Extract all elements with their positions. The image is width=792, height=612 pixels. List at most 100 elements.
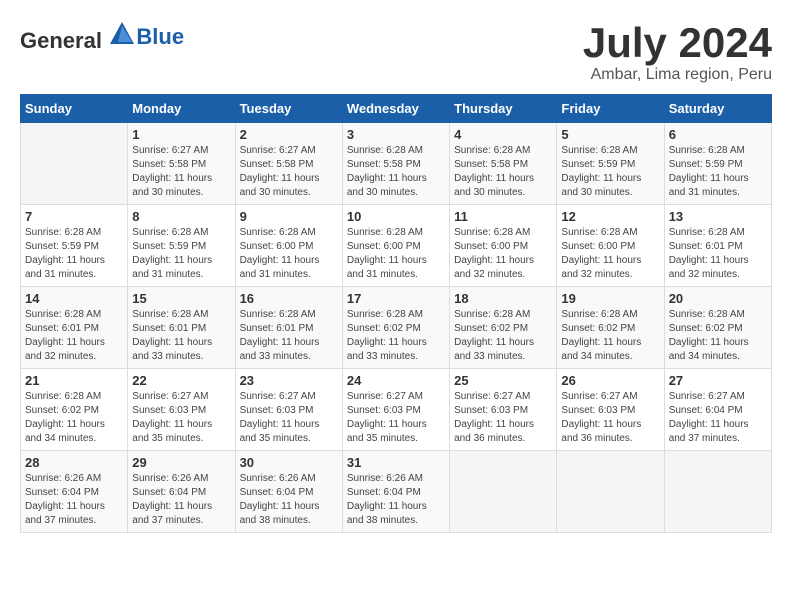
calendar-cell: 7 Sunrise: 6:28 AMSunset: 5:59 PMDaylight… — [21, 205, 128, 287]
calendar-cell: 24 Sunrise: 6:27 AMSunset: 6:03 PMDayligh… — [342, 369, 449, 451]
day-number: 2 — [240, 127, 338, 142]
day-number: 14 — [25, 291, 123, 306]
calendar-cell: 14 Sunrise: 6:28 AMSunset: 6:01 PMDayligh… — [21, 287, 128, 369]
calendar-cell: 16 Sunrise: 6:28 AMSunset: 6:01 PMDayligh… — [235, 287, 342, 369]
day-number: 11 — [454, 209, 552, 224]
day-number: 18 — [454, 291, 552, 306]
day-detail: Sunrise: 6:26 AMSunset: 6:04 PMDaylight:… — [347, 472, 445, 528]
day-detail: Sunrise: 6:27 AMSunset: 6:04 PMDaylight:… — [669, 390, 767, 446]
calendar-cell — [664, 451, 771, 533]
calendar-cell: 4 Sunrise: 6:28 AMSunset: 5:58 PMDaylight… — [450, 123, 557, 205]
calendar-cell: 28 Sunrise: 6:26 AMSunset: 6:04 PMDayligh… — [21, 451, 128, 533]
day-detail: Sunrise: 6:28 AMSunset: 6:00 PMDaylight:… — [240, 226, 338, 282]
calendar-cell: 11 Sunrise: 6:28 AMSunset: 6:00 PMDayligh… — [450, 205, 557, 287]
column-header-monday: Monday — [128, 95, 235, 123]
day-detail: Sunrise: 6:28 AMSunset: 6:01 PMDaylight:… — [25, 308, 123, 364]
day-number: 16 — [240, 291, 338, 306]
calendar-cell: 26 Sunrise: 6:27 AMSunset: 6:03 PMDayligh… — [557, 369, 664, 451]
day-detail: Sunrise: 6:28 AMSunset: 6:02 PMDaylight:… — [347, 308, 445, 364]
day-number: 22 — [132, 373, 230, 388]
day-number: 3 — [347, 127, 445, 142]
subtitle: Ambar, Lima region, Peru — [583, 66, 772, 84]
day-detail: Sunrise: 6:28 AMSunset: 6:02 PMDaylight:… — [561, 308, 659, 364]
column-header-friday: Friday — [557, 95, 664, 123]
calendar-cell: 20Sunrise: 6:28 AMSunset: 6:02 PMDayligh… — [664, 287, 771, 369]
day-number: 6 — [669, 127, 767, 142]
day-number: 21 — [25, 373, 123, 388]
logo-text-general: General — [20, 28, 102, 53]
day-number: 24 — [347, 373, 445, 388]
calendar-header-row: SundayMondayTuesdayWednesdayThursdayFrid… — [21, 95, 772, 123]
title-area: July 2024 Ambar, Lima region, Peru — [583, 20, 772, 84]
calendar-cell — [450, 451, 557, 533]
week-row-3: 14 Sunrise: 6:28 AMSunset: 6:01 PMDayligh… — [21, 287, 772, 369]
day-number: 28 — [25, 455, 123, 470]
logo-text-blue: Blue — [136, 24, 184, 49]
day-detail: Sunrise: 6:27 AMSunset: 6:03 PMDaylight:… — [132, 390, 230, 446]
day-number: 9 — [240, 209, 338, 224]
week-row-1: 1 Sunrise: 6:27 AMSunset: 5:58 PMDaylight… — [21, 123, 772, 205]
calendar-cell: 25Sunrise: 6:27 AMSunset: 6:03 PMDayligh… — [450, 369, 557, 451]
day-detail: Sunrise: 6:28 AMSunset: 5:58 PMDaylight:… — [454, 144, 552, 200]
calendar-cell: 21 Sunrise: 6:28 AMSunset: 6:02 PMDayligh… — [21, 369, 128, 451]
day-number: 13 — [669, 209, 767, 224]
column-header-wednesday: Wednesday — [342, 95, 449, 123]
day-detail: Sunrise: 6:26 AMSunset: 6:04 PMDaylight:… — [132, 472, 230, 528]
calendar-cell: 17 Sunrise: 6:28 AMSunset: 6:02 PMDayligh… — [342, 287, 449, 369]
day-number: 30 — [240, 455, 338, 470]
day-detail: Sunrise: 6:28 AMSunset: 5:59 PMDaylight:… — [25, 226, 123, 282]
calendar-cell: 27 Sunrise: 6:27 AMSunset: 6:04 PMDayligh… — [664, 369, 771, 451]
day-detail: Sunrise: 6:27 AMSunset: 6:03 PMDaylight:… — [561, 390, 659, 446]
calendar-cell: 9 Sunrise: 6:28 AMSunset: 6:00 PMDaylight… — [235, 205, 342, 287]
column-header-tuesday: Tuesday — [235, 95, 342, 123]
calendar-cell — [557, 451, 664, 533]
day-number: 4 — [454, 127, 552, 142]
week-row-5: 28 Sunrise: 6:26 AMSunset: 6:04 PMDayligh… — [21, 451, 772, 533]
day-detail: Sunrise: 6:27 AMSunset: 6:03 PMDaylight:… — [347, 390, 445, 446]
calendar-cell: 1 Sunrise: 6:27 AMSunset: 5:58 PMDaylight… — [128, 123, 235, 205]
calendar-cell: 5Sunrise: 6:28 AMSunset: 5:59 PMDaylight… — [557, 123, 664, 205]
day-detail: Sunrise: 6:27 AMSunset: 6:03 PMDaylight:… — [240, 390, 338, 446]
calendar-cell: 18 Sunrise: 6:28 AMSunset: 6:02 PMDayligh… — [450, 287, 557, 369]
calendar-cell: 22 Sunrise: 6:27 AMSunset: 6:03 PMDayligh… — [128, 369, 235, 451]
day-detail: Sunrise: 6:28 AMSunset: 6:00 PMDaylight:… — [347, 226, 445, 282]
day-detail: Sunrise: 6:28 AMSunset: 5:59 PMDaylight:… — [132, 226, 230, 282]
day-detail: Sunrise: 6:27 AMSunset: 6:03 PMDaylight:… — [454, 390, 552, 446]
calendar-cell: 2Sunrise: 6:27 AMSunset: 5:58 PMDaylight… — [235, 123, 342, 205]
calendar-cell: 3 Sunrise: 6:28 AMSunset: 5:58 PMDaylight… — [342, 123, 449, 205]
calendar-cell: 12Sunrise: 6:28 AMSunset: 6:00 PMDayligh… — [557, 205, 664, 287]
day-detail: Sunrise: 6:28 AMSunset: 6:01 PMDaylight:… — [240, 308, 338, 364]
day-detail: Sunrise: 6:27 AMSunset: 5:58 PMDaylight:… — [132, 144, 230, 200]
day-number: 31 — [347, 455, 445, 470]
main-title: July 2024 — [583, 20, 772, 66]
day-number: 15 — [132, 291, 230, 306]
day-number: 23 — [240, 373, 338, 388]
day-detail: Sunrise: 6:28 AMSunset: 6:00 PMDaylight:… — [454, 226, 552, 282]
calendar-cell: 10 Sunrise: 6:28 AMSunset: 6:00 PMDayligh… — [342, 205, 449, 287]
column-header-saturday: Saturday — [664, 95, 771, 123]
day-detail: Sunrise: 6:28 AMSunset: 6:02 PMDaylight:… — [669, 308, 767, 364]
logo: General Blue — [20, 20, 184, 54]
day-number: 17 — [347, 291, 445, 306]
day-detail: Sunrise: 6:28 AMSunset: 5:59 PMDaylight:… — [561, 144, 659, 200]
day-number: 19 — [561, 291, 659, 306]
day-detail: Sunrise: 6:28 AMSunset: 6:01 PMDaylight:… — [132, 308, 230, 364]
calendar-cell: 15 Sunrise: 6:28 AMSunset: 6:01 PMDayligh… — [128, 287, 235, 369]
day-detail: Sunrise: 6:28 AMSunset: 6:02 PMDaylight:… — [25, 390, 123, 446]
day-number: 26 — [561, 373, 659, 388]
day-detail: Sunrise: 6:28 AMSunset: 5:59 PMDaylight:… — [669, 144, 767, 200]
day-detail: Sunrise: 6:26 AMSunset: 6:04 PMDaylight:… — [25, 472, 123, 528]
day-number: 10 — [347, 209, 445, 224]
day-number: 27 — [669, 373, 767, 388]
calendar-cell: 19 Sunrise: 6:28 AMSunset: 6:02 PMDayligh… — [557, 287, 664, 369]
day-number: 7 — [25, 209, 123, 224]
calendar-cell: 31 Sunrise: 6:26 AMSunset: 6:04 PMDayligh… — [342, 451, 449, 533]
day-detail: Sunrise: 6:28 AMSunset: 6:01 PMDaylight:… — [669, 226, 767, 282]
day-detail: Sunrise: 6:28 AMSunset: 6:02 PMDaylight:… — [454, 308, 552, 364]
column-header-sunday: Sunday — [21, 95, 128, 123]
calendar-cell: 30 Sunrise: 6:26 AMSunset: 6:04 PMDayligh… — [235, 451, 342, 533]
day-number: 1 — [132, 127, 230, 142]
day-detail: Sunrise: 6:26 AMSunset: 6:04 PMDaylight:… — [240, 472, 338, 528]
calendar-cell: 8Sunrise: 6:28 AMSunset: 5:59 PMDaylight… — [128, 205, 235, 287]
day-detail: Sunrise: 6:28 AMSunset: 5:58 PMDaylight:… — [347, 144, 445, 200]
